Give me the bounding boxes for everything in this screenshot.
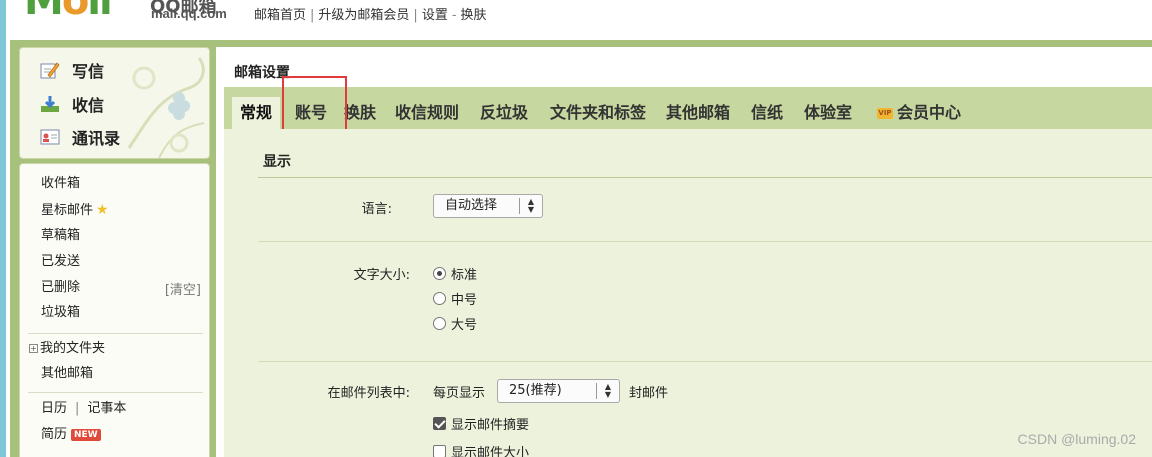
folder-starred-label: 星标邮件 (41, 203, 94, 218)
per-page-select-value: 25(推荐) (509, 383, 562, 398)
sidebar-divider (28, 333, 203, 334)
link-notes[interactable]: 记事本 (87, 401, 126, 416)
select-arrows-icon: ▲ ▼ (519, 198, 542, 214)
show-size-label: 显示邮件大小 (451, 446, 530, 457)
compose-receive-button[interactable]: 收信 (40, 92, 104, 116)
qq-mail-logo[interactable]: Moil (24, 0, 113, 24)
checkbox-checked-icon (433, 417, 446, 430)
left-edge-strip (0, 0, 6, 457)
tab-stationery[interactable]: 信纸 (748, 97, 786, 129)
compose-receive-label: 收信 (72, 96, 105, 115)
folder-other-mailbox[interactable]: 其他邮箱 (41, 365, 93, 383)
folder-panel: 收件箱 星标邮件 ★ 草稿箱 已发送 已删除 [清空] 垃圾箱 + 我的文件夹 其他… (19, 163, 210, 457)
checkbox-icon (433, 445, 446, 457)
settings-tabbar: 常规 账号 换肤 收信规则 反垃圾 文件夹和标签 其他邮箱 信纸 体验室 VIP… (224, 87, 1152, 129)
tab-lab[interactable]: 体验室 (802, 97, 854, 129)
font-size-large-label: 大号 (451, 318, 478, 333)
vip-icon: VIP (876, 108, 893, 119)
download-tray-icon (40, 95, 60, 113)
tab-folders-labels[interactable]: 文件夹和标签 (548, 97, 648, 129)
sidebar-divider (28, 392, 203, 393)
radio-selected-icon (433, 267, 446, 280)
link-upgrade-vip[interactable]: 升级为邮箱会员 (318, 8, 409, 23)
row-divider (258, 361, 1152, 362)
pencil-paper-icon (40, 61, 60, 79)
tab-skin[interactable]: 换肤 (342, 97, 378, 129)
font-size-standard-label: 标准 (451, 268, 478, 283)
font-size-medium-radio[interactable]: 中号 (433, 289, 477, 308)
top-links: 邮箱首页 | 升级为邮箱会员 | 设置 - 换肤 (254, 8, 487, 23)
link-mail-home[interactable]: 邮箱首页 (254, 8, 306, 23)
link-resume-label: 简历 (41, 427, 68, 442)
per-page-unit: 封邮件 (629, 386, 669, 401)
tab-vip-center-label: 会员中心 (896, 103, 961, 122)
language-label: 语言: (361, 202, 392, 217)
folder-inbox[interactable]: 收件箱 (41, 175, 80, 193)
folder-sent[interactable]: 已发送 (41, 253, 80, 271)
show-summary-label: 显示邮件摘要 (451, 418, 530, 433)
select-arrows-icon: ▲ ▼ (596, 383, 619, 399)
folder-trash[interactable]: 垃圾箱 (41, 304, 80, 322)
tab-receive-rules[interactable]: 收信规则 (394, 97, 460, 129)
compose-panel: 写信 收信 通讯录 (19, 47, 210, 159)
folder-deleted[interactable]: 已删除 (41, 279, 80, 297)
per-page-label: 每页显示 (433, 386, 486, 401)
link-resume[interactable]: 简历 NEW (41, 426, 101, 444)
link-calendar[interactable]: 日历 (41, 401, 67, 416)
compose-write-label: 写信 (72, 62, 105, 81)
radio-icon (433, 292, 446, 305)
expand-plus-icon[interactable]: + (29, 344, 38, 353)
folder-starred[interactable]: 星标邮件 ★ (41, 201, 109, 219)
link-settings[interactable]: 设置 (422, 8, 448, 23)
compose-contacts-button[interactable]: 通讯录 (40, 125, 120, 149)
language-select[interactable]: 自动选择 ▲ ▼ (433, 194, 543, 218)
clear-deleted-link[interactable]: [清空] (165, 279, 201, 298)
tab-other-mailboxes[interactable]: 其他邮箱 (664, 97, 732, 129)
csdn-watermark: CSDN @luming.02 (1017, 431, 1136, 447)
calendar-notes-row: 日历 | 记事本 (41, 401, 127, 416)
language-select-value: 自动选择 (445, 198, 498, 213)
star-icon: ★ (96, 202, 109, 218)
tab-anti-spam[interactable]: 反垃圾 (478, 97, 530, 129)
new-badge: NEW (71, 429, 101, 441)
compose-write-button[interactable]: 写信 (40, 58, 104, 82)
folder-drafts[interactable]: 草稿箱 (41, 227, 80, 245)
font-size-standard-radio[interactable]: 标准 (433, 264, 477, 283)
tab-vip-center[interactable]: VIP 会员中心 (872, 97, 966, 129)
top-bar: Moil QQ邮箱 mail.qq.com 邮箱首页 | 升级为邮箱会员 | 设置 - 换肤 (0, 0, 1152, 40)
font-size-medium-label: 中号 (451, 293, 478, 308)
settings-body: 显示 语言: 自动选择 ▲ ▼ 文字大小: 标准 中号 大号 在邮件列表中: 每页… (224, 129, 1152, 457)
contact-card-icon (40, 128, 60, 146)
folder-my-folders-label: 我的文件夹 (40, 341, 106, 356)
show-summary-checkbox[interactable]: 显示邮件摘要 (433, 414, 529, 433)
clover-decoration-icon (127, 57, 205, 158)
radio-icon (433, 317, 446, 330)
per-page-select[interactable]: 25(推荐) ▲ ▼ (497, 379, 620, 403)
compose-contacts-label: 通讯录 (72, 129, 121, 148)
section-title-display: 显示 (263, 154, 291, 170)
folder-my-folders[interactable]: + 我的文件夹 (29, 340, 106, 358)
show-size-checkbox[interactable]: 显示邮件大小 (433, 442, 529, 457)
font-size-label: 文字大小: (353, 268, 410, 283)
section-underline (258, 177, 1152, 178)
settings-main: 邮箱设置 常规 账号 换肤 收信规则 反垃圾 文件夹和标签 其他邮箱 信纸 体验… (216, 47, 1152, 457)
mail-list-label: 在邮件列表中: (327, 386, 410, 401)
tab-general[interactable]: 常规 (232, 97, 280, 129)
row-divider (258, 241, 1152, 242)
font-size-large-radio[interactable]: 大号 (433, 314, 477, 333)
link-change-skin[interactable]: 换肤 (461, 8, 487, 23)
logo-domain-text: mail.qq.com (151, 6, 227, 21)
